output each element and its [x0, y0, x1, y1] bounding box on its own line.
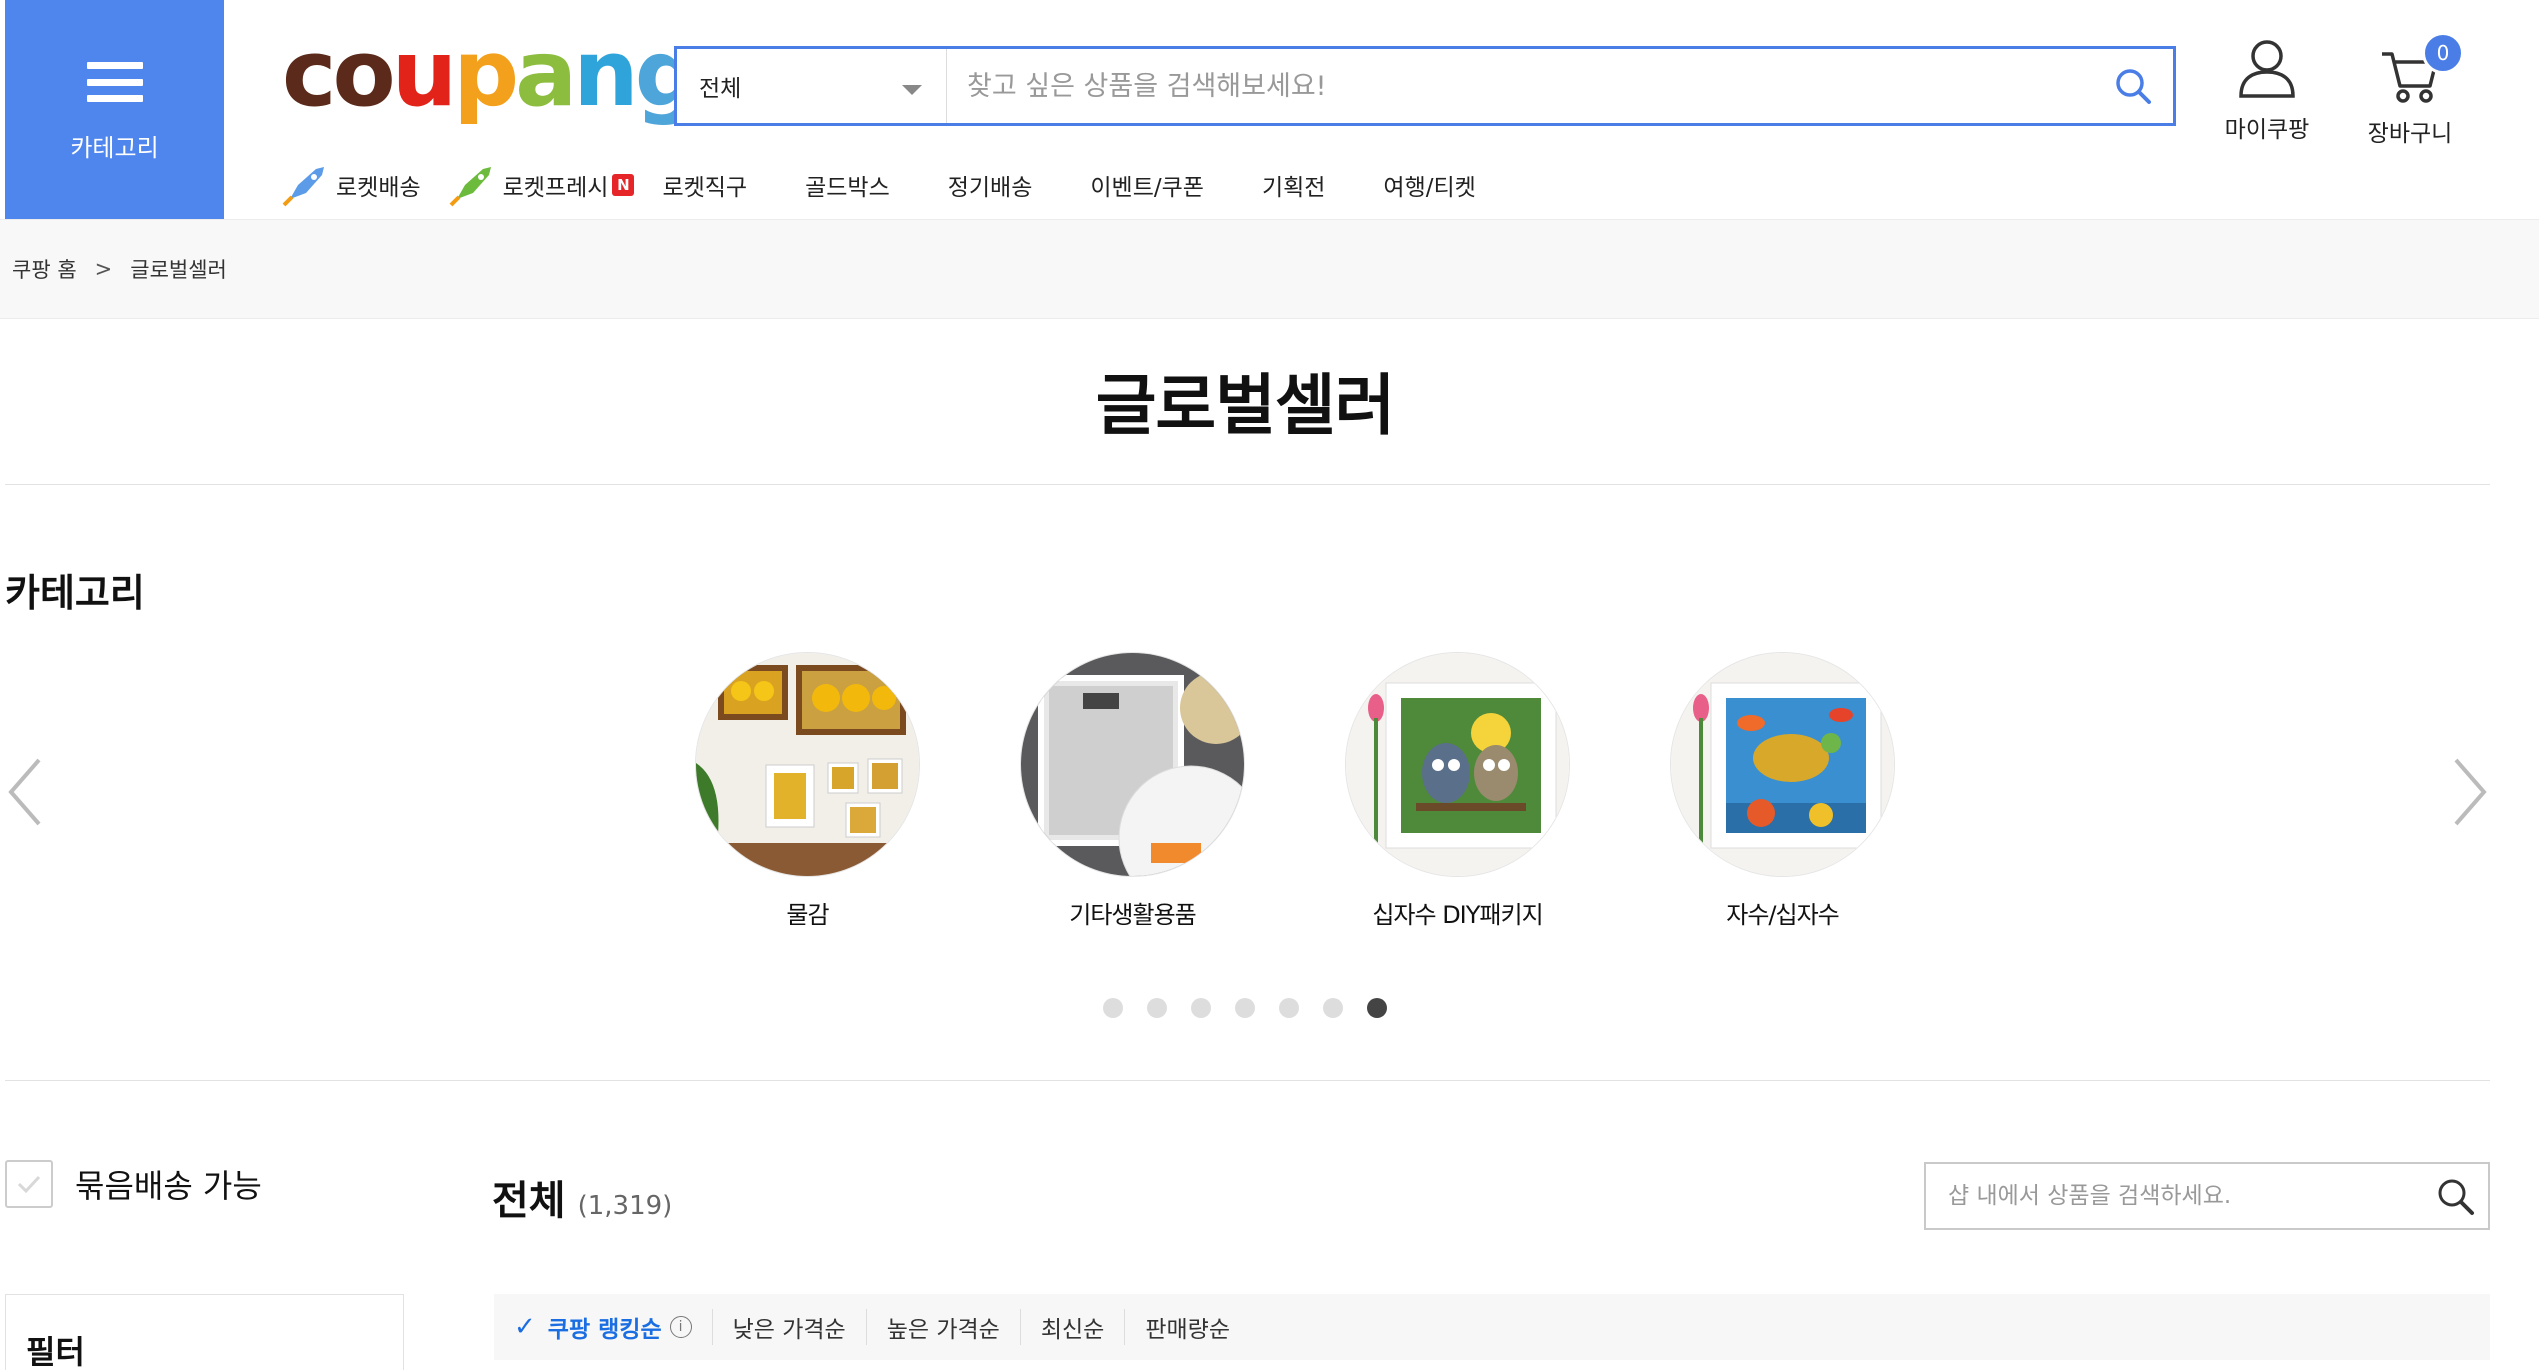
sort-option-high-price[interactable]: 높은 가격순: [867, 1309, 1021, 1345]
pagination-dot[interactable]: [1147, 998, 1167, 1018]
category-item[interactable]: 자수/십자수: [1620, 652, 1945, 930]
shop-search-bar: [1924, 1162, 2490, 1230]
user-icon: [2239, 40, 2295, 98]
category-section-title: 카테고리: [5, 571, 145, 615]
chevron-right-icon[interactable]: [2450, 752, 2490, 832]
rocket-icon: [282, 167, 324, 207]
nav-item-events[interactable]: 이벤트/쿠폰: [1090, 168, 1204, 202]
product-list-label: 전체: [492, 1178, 566, 1224]
category-name: 자수/십자수: [1726, 901, 1840, 929]
sort-option-newest[interactable]: 최신순: [1021, 1309, 1126, 1345]
breadcrumb: 쿠팡 홈 > 글로벌셀러: [0, 219, 2539, 319]
search-icon: [2438, 1179, 2474, 1215]
pagination-dot[interactable]: [1191, 998, 1211, 1018]
product-list-title: 전체 (1,319): [492, 1168, 672, 1226]
bundle-delivery-filter[interactable]: 묶음배송 가능: [5, 1160, 262, 1208]
sort-bar: ✓ 쿠팡 랭킹순 i 낮은 가격순 높은 가격순 최신순 판매량순: [494, 1294, 2490, 1360]
divider: [5, 1080, 2490, 1081]
breadcrumb-current[interactable]: 글로벌셀러: [130, 254, 227, 284]
nav-item-rocket-delivery[interactable]: 로켓배송: [282, 163, 421, 207]
category-thumbnail: [1670, 652, 1895, 877]
rocket-fresh-icon: [449, 167, 491, 207]
search-category-select[interactable]: 전체: [677, 49, 947, 123]
pagination-dot-active[interactable]: [1367, 998, 1387, 1018]
pagination-dot[interactable]: [1279, 998, 1299, 1018]
caret-down-icon: [902, 85, 922, 95]
nav-item-rocket-fresh[interactable]: 로켓프레시 N: [449, 163, 635, 207]
category-item[interactable]: 기타생활용품: [970, 652, 1295, 930]
category-thumbnail: [1345, 652, 1570, 877]
category-thumbnail: [695, 652, 920, 877]
nav-item-label: 로켓프레시: [502, 175, 609, 201]
page-title: 글로벌셀러: [1095, 367, 1396, 444]
breadcrumb-separator: >: [94, 257, 113, 281]
info-icon[interactable]: i: [669, 1316, 692, 1338]
sort-option-sales[interactable]: 판매량순: [1125, 1309, 1250, 1345]
my-coupang-button[interactable]: 마이쿠팡: [2212, 38, 2322, 144]
nav-item-rocket-direct[interactable]: 로켓직구: [662, 168, 747, 202]
pagination-dot[interactable]: [1235, 998, 1255, 1018]
search-input[interactable]: [947, 49, 2093, 123]
new-badge: N: [612, 174, 635, 196]
filter-panel: 필터: [5, 1294, 404, 1370]
category-name: 십자수 DIY패키지: [1372, 901, 1543, 929]
category-name: 기타생활용품: [1069, 901, 1196, 929]
search-button[interactable]: [2093, 49, 2173, 123]
search-category-value: 전체: [699, 76, 742, 102]
bundle-delivery-label: 묶음배송 가능: [75, 1167, 262, 1205]
sort-option-coupang-ranking[interactable]: ✓ 쿠팡 랭킹순 i: [514, 1309, 713, 1345]
check-icon: ✓: [514, 1312, 536, 1342]
category-item[interactable]: 십자수 DIY패키지: [1295, 652, 1620, 930]
carousel-pagination: [1103, 998, 1411, 1018]
cart-button[interactable]: 0 장바구니: [2350, 32, 2470, 148]
category-thumbnail: [1020, 652, 1245, 877]
nav-item-exhibitions[interactable]: 기획전: [1262, 168, 1325, 202]
product-count: (1,319): [577, 1191, 673, 1221]
pagination-dot[interactable]: [1103, 998, 1123, 1018]
sort-option-low-price[interactable]: 낮은 가격순: [713, 1309, 867, 1345]
filter-title: 필터: [26, 1333, 85, 1370]
category-menu-button[interactable]: 카테고리: [5, 0, 224, 219]
divider: [5, 484, 2490, 485]
hamburger-icon: [86, 62, 143, 102]
breadcrumb-home[interactable]: 쿠팡 홈: [12, 254, 77, 284]
nav-item-goldbox[interactable]: 골드박스: [805, 168, 890, 202]
bundle-delivery-checkbox[interactable]: [5, 1160, 53, 1208]
search-bar: 전체: [674, 46, 2176, 126]
shop-search-button[interactable]: [2422, 1176, 2488, 1216]
category-item[interactable]: 물감: [645, 652, 970, 930]
nav-item-subscription[interactable]: 정기배송: [948, 168, 1033, 202]
coupang-logo[interactable]: coupang: [282, 28, 701, 120]
chevron-left-icon[interactable]: [5, 752, 45, 832]
check-icon: [17, 1175, 41, 1194]
cart-count-badge: 0: [2422, 32, 2464, 74]
category-menu-label: 카테고리: [70, 134, 159, 162]
cart-label: 장바구니: [2367, 121, 2453, 147]
my-coupang-label: 마이쿠팡: [2224, 117, 2310, 143]
shop-search-input[interactable]: [1926, 1183, 2422, 1209]
nav-item-label: 로켓배송: [336, 175, 421, 201]
pagination-dot[interactable]: [1323, 998, 1343, 1018]
nav-item-travel[interactable]: 여행/티켓: [1383, 168, 1475, 202]
category-name: 물감: [786, 901, 829, 929]
category-carousel: 물감 기타생활용품 십자수 DIY패키지 자수/십자수: [645, 652, 1945, 930]
main-nav: 로켓배송 로켓프레시 N 로켓직구 골드박스 정기배송 이벤트/쿠폰 기획전 여…: [282, 160, 1534, 210]
search-icon: [2116, 69, 2151, 104]
